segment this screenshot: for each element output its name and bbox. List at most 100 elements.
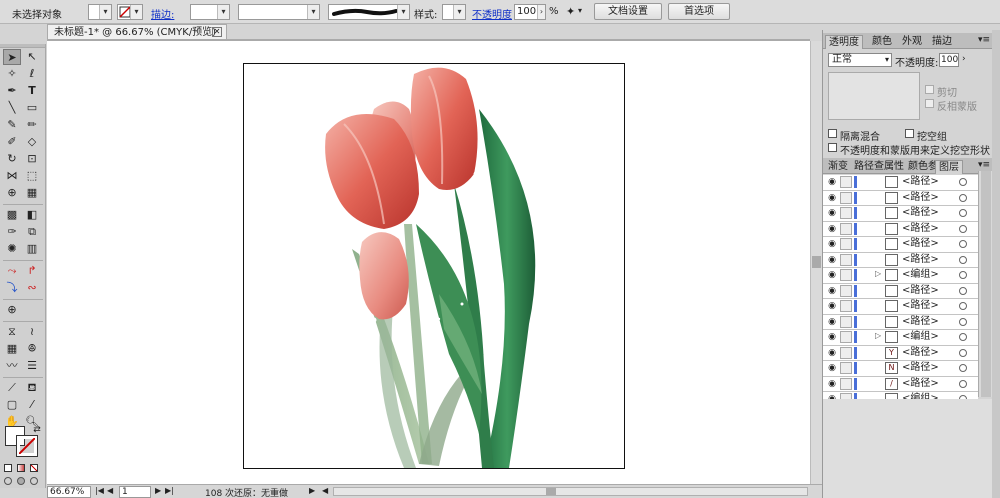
target-icon[interactable] xyxy=(959,178,967,186)
target-icon[interactable] xyxy=(959,286,967,295)
rectangle-tool-icon[interactable]: ▭ xyxy=(23,100,41,116)
brush-dropdown[interactable]: ▾ xyxy=(328,4,410,20)
layer-row[interactable]: ◉ <路径> xyxy=(823,314,978,330)
column-graph-tool-icon[interactable]: ▥ xyxy=(23,241,41,257)
blend-tool-icon[interactable]: ⧉ xyxy=(23,224,41,240)
eye-icon[interactable]: ◉ xyxy=(826,177,838,187)
opacity-link[interactable]: 不透明度 xyxy=(472,6,512,21)
target-icon[interactable] xyxy=(959,317,967,326)
color-mode-icon[interactable] xyxy=(4,464,12,472)
vertical-scrollbar[interactable] xyxy=(810,41,822,484)
selection-tool-icon[interactable]: ➤ xyxy=(3,49,21,65)
pencil-tool-icon[interactable]: ✏ xyxy=(23,117,41,133)
artboard[interactable] xyxy=(243,63,625,469)
tab-layers[interactable]: 图层 xyxy=(935,160,963,174)
lock-toggle[interactable] xyxy=(840,377,852,390)
chevron-down-icon[interactable]: ▾ xyxy=(578,6,582,15)
gradient-tool-icon[interactable]: ◧ xyxy=(23,207,41,223)
line-tool-icon[interactable]: ╲ xyxy=(3,100,21,116)
target-icon[interactable] xyxy=(959,224,967,233)
panel-menu-icon[interactable]: ▾≡ xyxy=(978,160,990,170)
eye-icon[interactable]: ◉ xyxy=(826,224,838,234)
lasso-tool-icon[interactable]: ℓ xyxy=(23,66,41,82)
magic-wand-tool-icon[interactable]: ✧ xyxy=(3,66,21,82)
eye-icon[interactable]: ◉ xyxy=(826,363,838,373)
draw-behind-icon[interactable] xyxy=(17,477,25,485)
path-smooth-icon[interactable]: ∾ xyxy=(23,280,41,296)
target-icon[interactable] xyxy=(959,348,967,357)
layer-row[interactable]: ◉ <路径> xyxy=(823,237,978,253)
next-page-icon[interactable]: ▶ xyxy=(155,486,161,495)
eye-icon[interactable]: ◉ xyxy=(826,270,838,280)
target-icon[interactable] xyxy=(959,193,967,202)
layer-row[interactable]: ◉ ▷ <编组> xyxy=(823,268,978,284)
knockout-group-checkbox[interactable] xyxy=(905,129,914,138)
eye-icon[interactable]: ◉ xyxy=(826,317,838,327)
last-page-icon[interactable]: ▶| xyxy=(165,486,174,495)
eye-icon[interactable]: ◉ xyxy=(826,286,838,296)
target-icon[interactable] xyxy=(959,364,967,372)
tab-gradient[interactable]: 渐变 xyxy=(825,160,851,174)
mask-thumbnail[interactable] xyxy=(828,72,920,120)
target-icon[interactable] xyxy=(959,240,967,248)
lock-toggle[interactable] xyxy=(840,176,852,188)
lock-toggle[interactable] xyxy=(840,222,852,235)
eye-icon[interactable]: ◉ xyxy=(826,348,838,358)
isolate-blend-checkbox[interactable] xyxy=(828,129,837,138)
scroll-thumb[interactable] xyxy=(812,256,821,268)
expand-triangle-icon[interactable]: ▷ xyxy=(875,331,881,340)
opacity-input[interactable]: 100 › xyxy=(514,4,546,20)
tab-transparency[interactable]: 透明度 xyxy=(825,35,863,49)
add-anchor-icon[interactable]: ⤳ xyxy=(3,263,21,279)
target-icon[interactable] xyxy=(959,379,967,388)
layer-row[interactable]: ◉ Y <路径> xyxy=(823,345,978,361)
document-setup-button[interactable]: 文档设置 xyxy=(594,3,662,20)
first-page-icon[interactable]: |◀ xyxy=(95,486,104,495)
artboard-tool-icon[interactable]: ▢ xyxy=(3,397,21,413)
layer-row[interactable]: ◉ <路径> xyxy=(823,190,978,206)
layer-row[interactable]: ◉ <路径> xyxy=(823,221,978,237)
lock-toggle[interactable] xyxy=(840,269,852,281)
close-icon[interactable]: ✕ xyxy=(212,27,222,37)
eye-icon[interactable]: ◉ xyxy=(826,208,838,218)
panel-menu-icon[interactable]: ▾≡ xyxy=(978,35,990,45)
target-icon[interactable] xyxy=(959,209,967,217)
grid-tool-icon[interactable]: ▦ xyxy=(3,341,21,357)
layer-row[interactable]: ◉ <编组> xyxy=(823,392,978,399)
expand-triangle-icon[interactable]: ▷ xyxy=(875,269,881,278)
clip-checkbox[interactable] xyxy=(925,85,934,94)
tab-stroke[interactable]: 描边 xyxy=(929,35,955,49)
eye-icon[interactable]: ◉ xyxy=(826,332,838,342)
layer-row[interactable]: ◉ <路径> xyxy=(823,206,978,222)
target-icon[interactable] xyxy=(959,302,967,310)
canvas[interactable] xyxy=(47,41,810,484)
opacity-field[interactable]: 100 xyxy=(939,53,959,67)
scroll-thumb[interactable] xyxy=(981,171,991,397)
tab-attributes[interactable]: 属性 xyxy=(881,160,907,174)
direct-selection-tool-icon[interactable]: ↖ xyxy=(23,49,41,65)
tab-color[interactable]: 颜色 xyxy=(869,35,895,49)
lock-toggle[interactable] xyxy=(840,253,852,266)
mesh-tool-icon[interactable]: ▩ xyxy=(3,207,21,223)
lock-toggle[interactable] xyxy=(840,207,852,219)
warp-tool-icon[interactable]: ⧖ xyxy=(3,324,21,340)
invert-mask-checkbox[interactable] xyxy=(925,99,934,108)
draw-normal-icon[interactable] xyxy=(4,477,12,485)
chevron-right-icon[interactable]: › xyxy=(962,54,966,64)
swap-colors-icon[interactable]: ⇄ xyxy=(28,422,46,438)
eye-icon[interactable]: ◉ xyxy=(826,301,838,311)
layer-row[interactable]: ◉ / <路径> xyxy=(823,376,978,392)
none-mode-icon[interactable] xyxy=(30,464,38,472)
fill-swatch-dropdown[interactable]: ▾ xyxy=(88,4,112,20)
crosshair-icon[interactable]: ⊕ xyxy=(3,302,21,318)
lock-toggle[interactable] xyxy=(840,315,852,328)
wrinkle-tool-icon[interactable]: 〰 xyxy=(3,358,21,374)
shape-builder-tool-icon[interactable]: ⊕ xyxy=(3,185,21,201)
scroll-thumb[interactable] xyxy=(546,488,556,495)
type-tool-icon[interactable]: T xyxy=(23,83,41,99)
layer-row[interactable]: ◉ <路径> xyxy=(823,299,978,315)
status-menu-icon[interactable]: ▶ xyxy=(309,486,315,495)
stroke-link[interactable]: 描边: xyxy=(151,6,174,21)
paintbrush-tool-icon[interactable]: ✎ xyxy=(3,117,21,133)
stroke-weight-dropdown[interactable]: ▾ xyxy=(190,4,230,20)
